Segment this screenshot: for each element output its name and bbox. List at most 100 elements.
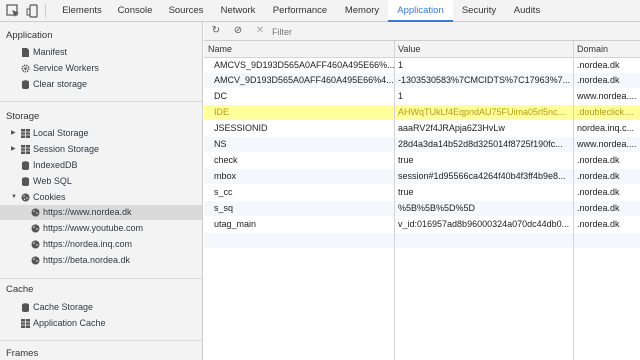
tab-application[interactable]: Application [388,0,453,22]
section-divider [0,278,202,279]
expand-arrow-icon[interactable]: ▶ [11,142,16,157]
cookie-domain: www.nordea.... [577,91,637,101]
cookies-toolbar: ↻ ⊘ ✕ [204,22,640,41]
sidebar-item-cookies[interactable]: ▼ Cookies [0,190,202,205]
cookie-name: JSESSIONID [214,123,268,133]
cookie-domain: .nordea.dk [577,60,620,70]
cookie-value: aaaRV2f4JRApja6Z3HvLw [398,123,505,133]
database-icon [22,80,29,89]
table-row[interactable]: s_cc true .nordea.dk [204,185,640,200]
sidebar-item-label: Cache Storage [33,302,94,312]
toolbar-divider [45,4,46,18]
cookie-value: session#1d95566ca4264f40b4f3ff4b9e8... [398,171,566,181]
section-header-application: Application [6,30,53,41]
sidebar-item-manifest[interactable]: Manifest [0,45,202,60]
tab-performance[interactable]: Performance [264,0,336,22]
cookie-value: -1303530583%7CMCIDTS%7C17963%7... [398,75,570,85]
sidebar-item-label: Service Workers [33,63,99,73]
cookie-domain: .nordea.dk [577,203,620,213]
cookie-origin-beta-nordea[interactable]: https://beta.nordea.dk [0,253,202,268]
cookie-value: 1 [398,91,404,101]
sidebar-item-local-storage[interactable]: ▶ Local Storage [0,126,202,141]
table-header: Name Value Domain [204,41,640,58]
sidebar-item-indexeddb[interactable]: IndexedDB [0,158,202,173]
table-row-highlighted[interactable]: IDE AHWqTUkLf4EqpndAU75FUima05rl5nc... .… [204,105,640,120]
column-header-domain[interactable]: Domain [577,41,608,58]
table-row-empty [204,233,640,248]
cookie-origin-youtube[interactable]: https://www.youtube.com [0,221,202,236]
table-row[interactable]: mbox session#1d95566ca4264f40b4f3ff4b9e8… [204,169,640,184]
table-row[interactable]: utag_main v_id:016957ad8b96000324a070dc4… [204,217,640,232]
sidebar-item-clear-storage[interactable]: Clear storage [0,77,202,92]
sidebar-item-cache-storage[interactable]: Cache Storage [0,300,202,315]
inspect-element-icon[interactable] [6,4,20,18]
expand-arrow-icon[interactable]: ▶ [11,126,16,141]
cookie-domain: .nordea.dk [577,155,620,165]
table-row[interactable]: DC 1 www.nordea.... [204,89,640,104]
table-row[interactable]: NS 28d4a3da14b52d8d325014f8725f190fc... … [204,137,640,152]
tab-security[interactable]: Security [453,0,505,22]
database-icon [22,161,29,170]
tab-elements[interactable]: Elements [54,0,110,22]
column-divider[interactable] [394,41,395,360]
cookie-value: 1 [398,60,404,70]
grid-icon [21,145,30,154]
cookie-domain: .nordea.dk [577,171,620,181]
cookie-name: mbox [214,171,237,181]
tab-console[interactable]: Console [110,0,160,22]
refresh-icon[interactable]: ↻ [210,25,222,37]
application-sidebar: Application Manifest Service Workers Cle… [0,22,203,360]
cookie-name: s_sq [214,203,234,213]
tab-audits[interactable]: Audits [505,0,549,22]
section-divider [0,340,202,341]
cookie-name: utag_main [214,219,257,229]
document-icon [22,48,29,57]
section-header-storage: Storage [6,111,40,122]
cookie-origin-nordea-inq[interactable]: https://nordea.inq.com [0,237,202,252]
sidebar-item-application-cache[interactable]: Application Cache [0,316,202,331]
sidebar-item-label: Session Storage [33,144,100,154]
cookie-name: AMCVS_9D193D565A0AFF460A495E66%... [214,60,394,70]
filter-input[interactable] [272,24,572,39]
cookie-origin-label: https://www.youtube.com [43,223,144,233]
device-toolbar-icon[interactable] [26,4,40,18]
cookie-value: AHWqTUkLf4EqpndAU75FUima05rl5nc... [398,107,566,117]
table-row[interactable]: AMCV_9D193D565A0AFF460A495E66%4... -1303… [204,73,640,88]
cookie-name: NS [214,139,227,149]
cookie-value: 28d4a3da14b52d8d325014f8725f190fc... [398,139,563,149]
cookie-icon [31,240,40,249]
cookie-domain: .nordea.dk [577,219,620,229]
clear-all-icon[interactable]: ⊘ [232,25,244,37]
sidebar-item-label: Web SQL [33,176,72,186]
tab-network[interactable]: Network [212,0,264,22]
cookie-name: AMCV_9D193D565A0AFF460A495E66%4... [214,75,394,85]
cookie-value: true [398,155,414,165]
cookie-domain: .doubleclick.... [577,107,635,117]
cookie-name: check [214,155,238,165]
table-row[interactable]: AMCVS_9D193D565A0AFF460A495E66%... 1 .no… [204,58,640,73]
sidebar-item-service-workers[interactable]: Service Workers [0,61,202,76]
cookie-origin-label: https://nordea.inq.com [43,239,133,249]
devtools-tab-bar: Elements Console Sources Network Perform… [0,0,640,22]
cookie-origin-label: https://beta.nordea.dk [43,255,131,265]
tab-memory[interactable]: Memory [336,0,388,22]
column-divider[interactable] [573,41,574,360]
column-header-name[interactable]: Name [208,41,232,58]
table-row[interactable]: JSESSIONID aaaRV2f4JRApja6Z3HvLw nordea.… [204,121,640,136]
cookie-icon [21,193,30,202]
sidebar-item-web-sql[interactable]: Web SQL [0,174,202,189]
table-row[interactable]: check true .nordea.dk [204,153,640,168]
cookie-origin-nordea-dk[interactable]: https://www.nordea.dk [0,205,202,220]
delete-selected-icon[interactable]: ✕ [254,25,266,37]
section-header-cache: Cache [6,284,34,295]
table-row[interactable]: s_sq %5B%5B%5D%5D .nordea.dk [204,201,640,216]
column-header-value[interactable]: Value [398,41,420,58]
sidebar-item-session-storage[interactable]: ▶ Session Storage [0,142,202,157]
section-header-frames: Frames [6,348,39,359]
section-divider [0,101,202,102]
collapse-arrow-icon[interactable]: ▼ [11,190,17,205]
tab-sources[interactable]: Sources [160,0,212,22]
database-icon [22,177,29,186]
sidebar-item-label: Clear storage [33,79,88,89]
cookie-name: DC [214,91,227,101]
